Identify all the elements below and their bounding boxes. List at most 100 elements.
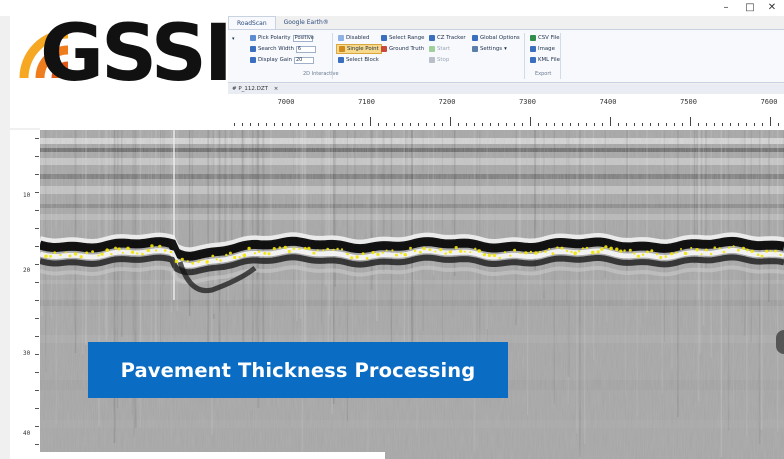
ribbon-separator <box>560 33 561 79</box>
cz-tracker-icon <box>429 35 435 41</box>
pick-marker <box>215 258 218 261</box>
ruler-tick <box>730 123 731 126</box>
depth-tick <box>35 318 39 319</box>
select-block-button[interactable]: Select Block <box>338 56 379 64</box>
ruler-label: 7100 <box>358 98 375 106</box>
pick-marker <box>180 257 184 261</box>
pick-marker <box>428 248 432 251</box>
pick-marker <box>381 251 384 254</box>
ruler-tick <box>306 123 307 126</box>
pick-marker <box>79 255 83 259</box>
cz-tracker-button[interactable]: CZ Tracker <box>429 34 466 42</box>
pick-marker <box>316 249 319 252</box>
kml-file-button[interactable]: KML File <box>530 56 560 64</box>
expand-arrow[interactable]: ▾ <box>232 35 235 43</box>
pick-marker <box>394 253 398 257</box>
ruler-tick <box>314 123 315 126</box>
pick-marker <box>68 254 72 258</box>
pick-marker <box>664 255 668 258</box>
display-gain-control[interactable]: Display Gain 20 <box>250 56 314 64</box>
pick-polarity-select[interactable]: Positive <box>292 34 314 42</box>
stop-button[interactable]: Stop <box>429 56 449 64</box>
select-range-button[interactable]: Select Range <box>381 34 424 42</box>
search-width-icon <box>250 46 256 52</box>
single-point-button[interactable]: Single Point <box>336 44 382 54</box>
pick-marker <box>769 249 772 253</box>
pick-marker <box>263 251 267 255</box>
depth-tick <box>35 354 39 355</box>
pick-marker <box>205 260 209 264</box>
pick-marker <box>114 246 117 250</box>
disabled-icon <box>338 35 344 41</box>
ruler-tick <box>410 123 411 126</box>
pick-marker <box>619 249 623 253</box>
pick-marker <box>519 252 522 255</box>
pick-marker <box>298 247 301 250</box>
pick-marker <box>650 249 654 253</box>
ruler-tick <box>234 123 235 126</box>
ruler-tick <box>346 123 347 126</box>
document-tab[interactable]: # P_112.DZT × <box>228 84 784 94</box>
pick-marker <box>718 247 721 250</box>
ruler-tick <box>602 123 603 126</box>
pick-marker <box>219 259 222 262</box>
ruler-tick <box>594 123 595 126</box>
pick-marker <box>59 253 62 257</box>
image-button[interactable]: Image <box>530 45 555 53</box>
pick-marker <box>155 249 158 252</box>
tab-roadscan[interactable]: RoadScan <box>228 16 276 30</box>
ruler-tick <box>634 123 635 126</box>
pick-marker <box>529 250 533 254</box>
ruler-tick <box>274 123 275 126</box>
depth-tick <box>35 372 39 373</box>
depth-tick <box>35 246 39 247</box>
pick-marker <box>292 247 296 250</box>
pick-marker <box>121 251 124 254</box>
select-block-icon <box>338 57 344 63</box>
ruler-tick <box>490 123 491 126</box>
settings-button[interactable]: Settings ▾ <box>472 45 507 53</box>
pick-marker <box>646 250 649 254</box>
pick-marker <box>548 247 551 250</box>
ruler-tick <box>338 123 339 126</box>
csv-file-button[interactable]: CSV File <box>530 34 560 42</box>
close-button[interactable]: ✕ <box>764 1 780 15</box>
minimize-button[interactable]: – <box>718 1 734 15</box>
ruler-label: 7300 <box>519 98 536 106</box>
ruler-tick <box>354 123 355 126</box>
pick-marker <box>641 253 645 256</box>
ruler-tick <box>626 123 627 126</box>
pick-marker <box>655 253 659 256</box>
ruler-tick <box>290 123 291 126</box>
chevron-down-icon: ▾ <box>504 46 507 52</box>
ground-truth-icon <box>381 46 387 52</box>
pick-polarity-control[interactable]: Pick Polarity Positive <box>250 34 314 42</box>
pick-marker <box>700 253 703 256</box>
depth-label: 40 <box>23 430 31 437</box>
global-options-button[interactable]: Global Options <box>472 34 520 42</box>
display-gain-select[interactable]: 20 <box>293 56 314 64</box>
pick-marker <box>64 251 67 254</box>
pick-marker <box>163 249 167 252</box>
depth-tick <box>35 156 39 157</box>
gssi-logo: GSSI <box>10 0 233 128</box>
maximize-button[interactable]: □ <box>742 1 758 15</box>
search-width-select[interactable]: 6 <box>295 45 316 53</box>
pick-marker <box>141 252 144 256</box>
radargram-view[interactable] <box>40 130 784 459</box>
ruler-tick <box>466 123 467 126</box>
start-button[interactable]: Start <box>429 45 450 53</box>
ruler-tick <box>666 123 667 126</box>
ruler-tick <box>322 123 323 126</box>
pick-marker <box>538 250 541 254</box>
scroll-handle[interactable] <box>776 330 784 354</box>
pick-marker <box>760 254 764 258</box>
tab-google-earth[interactable]: Google Earth® <box>276 16 337 30</box>
disabled-button[interactable]: Disabled <box>338 34 369 42</box>
close-icon[interactable]: × <box>274 86 279 92</box>
pick-marker <box>85 251 89 255</box>
title-banner: Pavement Thickness Processing <box>88 342 508 398</box>
ground-truth-button[interactable]: Ground Truth <box>381 45 424 53</box>
search-width-control[interactable]: Search Width 6 <box>250 45 316 53</box>
pick-marker <box>253 252 256 255</box>
